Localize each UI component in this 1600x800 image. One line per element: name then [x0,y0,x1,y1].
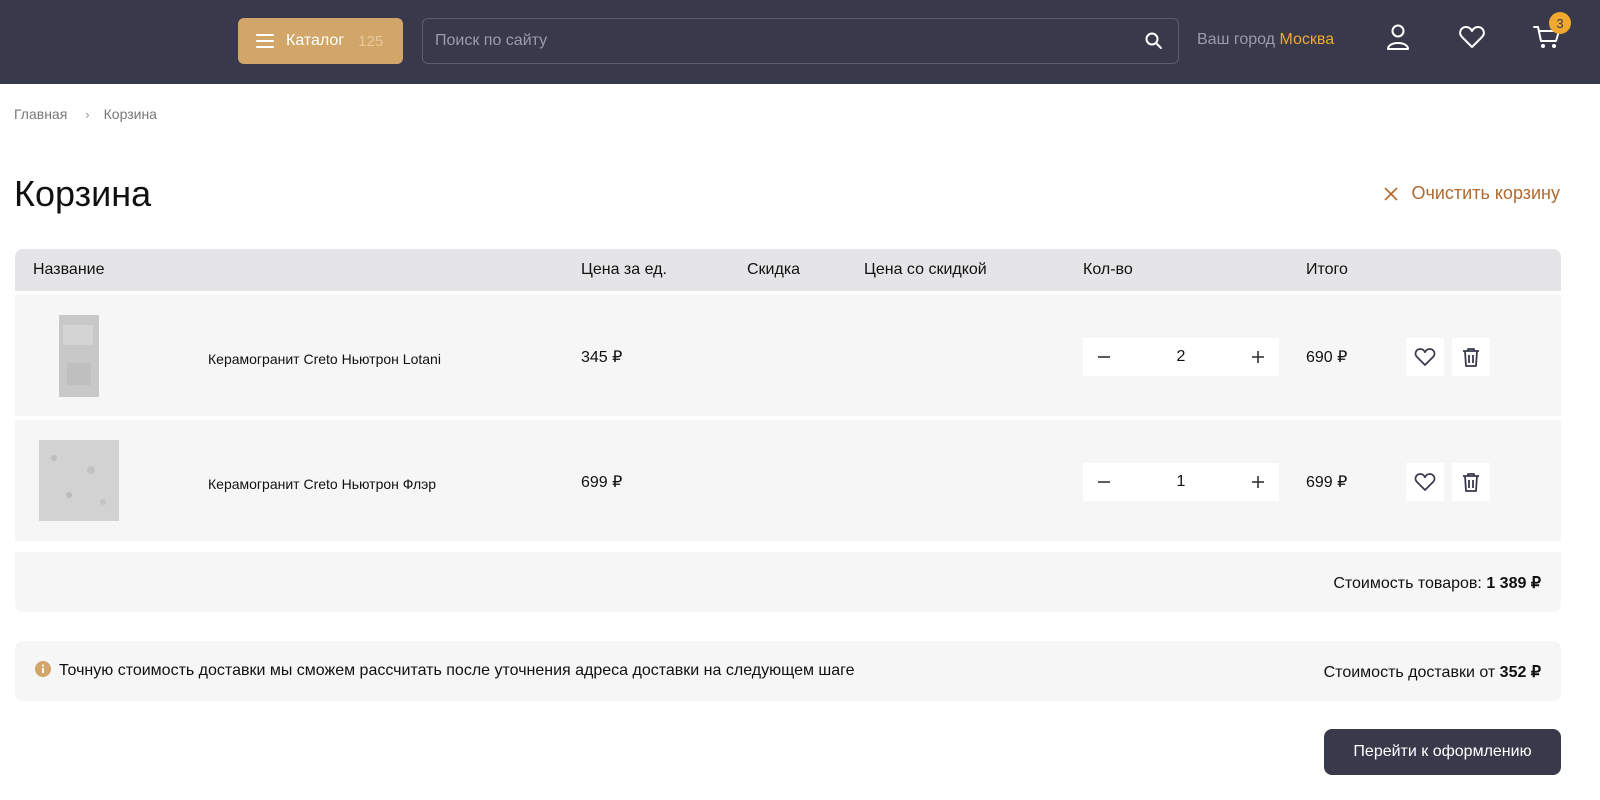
checkout-button[interactable]: Перейти к оформлению [1324,729,1561,775]
minus-icon [1098,356,1110,358]
col-name: Название [33,261,105,278]
increase-qty-button[interactable] [1237,338,1279,376]
trash-icon [1463,348,1479,367]
delivery-note: Точную стоимость доставки мы сможем расс… [59,662,855,679]
chevron-right-icon: › [85,106,90,122]
delete-button[interactable] [1452,338,1490,376]
product-name[interactable]: Керамогранит Creto Ньютрон Lotani [208,351,441,367]
plus-icon [1252,351,1264,363]
catalog-button[interactable]: Каталог 125 [238,18,403,64]
catalog-label: Каталог [286,32,345,49]
row-total: 690 ₽ [1306,349,1348,366]
heart-icon [1414,473,1436,491]
page-title: Корзина [14,173,152,214]
product-image[interactable] [59,315,99,397]
col-unit-price: Цена за ед. [581,261,667,278]
delivery-cost-value: 352 ₽ [1499,664,1541,681]
close-icon [1383,186,1398,201]
summary-text: Стоимость товаров: 1 389 ₽ [1333,573,1541,593]
decrease-qty-button[interactable] [1083,463,1125,501]
col-discount-price: Цена со скидкой [864,261,987,278]
breadcrumb-current: Корзина [103,106,157,122]
clear-cart-button[interactable]: Очистить корзину [1383,183,1561,204]
col-discount: Скидка [747,261,801,278]
info-icon [35,661,51,677]
delivery-cost-label: Стоимость доставки от [1323,664,1496,681]
city-selector[interactable]: Ваш город Москва [1197,31,1334,49]
city-name[interactable]: Москва [1279,31,1334,48]
delivery-cost: Стоимость доставки от 352 ₽ [1324,662,1541,682]
unit-price: 699 ₽ [581,474,623,491]
table-row: Керамогранит Creto Ньютрон Lotani 345 ₽ … [15,295,1561,416]
summary-label: Стоимость товаров: [1333,575,1482,592]
product-image[interactable] [39,440,119,521]
user-icon[interactable] [1383,22,1413,52]
col-total: Итого [1306,261,1348,278]
catalog-count: 125 [358,32,384,50]
summary-value: 1 389 ₽ [1486,575,1541,592]
quantity-stepper: 2 [1083,338,1279,376]
table-header: Название Цена за ед. Скидка Цена со скид… [15,249,1561,291]
row-total: 699 ₽ [1306,474,1348,491]
decrease-qty-button[interactable] [1083,338,1125,376]
plus-icon [1252,476,1264,488]
delivery-info: Точную стоимость доставки мы сможем расс… [15,641,1561,701]
minus-icon [1098,481,1110,483]
site-header: Каталог 125 Ваш город Москва 3 [0,0,1600,84]
product-name[interactable]: Керамогранит Creto Ньютрон Флэр [208,476,436,492]
clear-cart-label: Очистить корзину [1411,183,1561,203]
cart-table: Название Цена за ед. Скидка Цена со скид… [15,249,1561,541]
col-qty: Кол-во [1083,261,1133,278]
breadcrumb: Главная › Корзина [14,106,157,122]
heart-icon [1414,348,1436,366]
cart-summary: Стоимость товаров: 1 389 ₽ [15,552,1561,612]
search-input[interactable] [423,19,1178,63]
menu-icon [256,34,274,48]
increase-qty-button[interactable] [1237,463,1279,501]
table-row: Керамогранит Creto Ньютрон Флэр 699 ₽ 1 … [15,420,1561,541]
trash-icon [1463,473,1479,492]
search-box [422,18,1179,64]
search-icon[interactable] [1144,31,1164,51]
quantity-stepper: 1 [1083,463,1279,501]
quantity-value[interactable]: 2 [1125,348,1237,366]
breadcrumb-home[interactable]: Главная [14,106,67,122]
cart-count-badge: 3 [1549,12,1571,34]
unit-price: 345 ₽ [581,349,623,366]
favorite-button[interactable] [1406,463,1444,501]
heart-icon[interactable] [1457,22,1487,52]
quantity-value[interactable]: 1 [1125,473,1237,491]
favorite-button[interactable] [1406,338,1444,376]
city-prefix: Ваш город [1197,31,1276,48]
delete-button[interactable] [1452,463,1490,501]
